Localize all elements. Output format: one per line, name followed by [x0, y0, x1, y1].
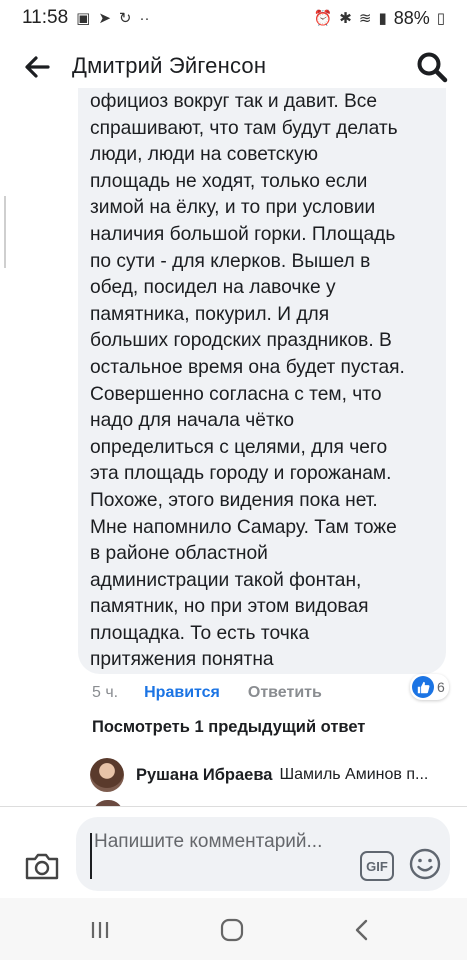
status-right: ⏰ ✱ ≋ ▮ 88% ▯ [314, 8, 445, 29]
comment-line: зимой на ёлку, и то при условии [90, 197, 376, 219]
comment-composer: Напишите комментарий... GIF [0, 806, 467, 898]
comment-line: Совершенно согласна с тем, что [90, 383, 382, 405]
view-previous-replies-link[interactable]: Посмотреть 1 предыдущий ответ [92, 718, 365, 737]
reaction-summary[interactable]: 6 [410, 674, 449, 700]
comment-line: Мне напомнило Самару. Там тоже [90, 516, 397, 538]
status-left: 11:58 ▣ ➤ ↻ ·· [22, 7, 149, 29]
status-time: 11:58 [22, 7, 69, 28]
gif-button[interactable]: GIF [360, 851, 394, 881]
sync-notification-icon: ↻ [118, 10, 132, 27]
comment-line: притяжения понятна [90, 649, 274, 671]
comment-line: Похоже, этого видения пока нет. [90, 489, 378, 511]
gallery-notification-icon: ▣ [76, 10, 91, 27]
like-icon [412, 676, 434, 698]
status-bar: 11:58 ▣ ➤ ↻ ·· ⏰ ✱ ≋ ▮ 88% ▯ [0, 0, 467, 36]
comment-line: эта площадь городу и горожанам. [90, 463, 392, 485]
comment-line: остальное время она будет пустая. [90, 356, 405, 378]
arrow-left-icon[interactable] [22, 52, 52, 82]
comment-line: спрашивают, что там будут делать [90, 117, 398, 139]
comment-line: памятника, покурил. И для [90, 303, 330, 325]
reply-button[interactable]: Ответить [248, 684, 322, 702]
comment-bubble: официоз вокруг так и давит. Все спрашиваю… [78, 88, 446, 674]
alarm-icon: ⏰ [313, 10, 333, 27]
comment-input[interactable]: Напишите комментарий... GIF [76, 817, 450, 891]
search-icon[interactable] [415, 50, 449, 84]
battery-icon: ▯ [436, 10, 445, 27]
comment-line: памятник, но при этом видовая [90, 596, 369, 618]
scroll-edge-indicator [0, 196, 6, 268]
comment-meta: 5 ч. Нравится Ответить [92, 682, 322, 704]
battery-level: 88% [393, 7, 430, 28]
home-icon[interactable] [216, 916, 248, 944]
reply-text: Шамиль Аминов п... [279, 766, 429, 783]
more-notifications-icon: ·· [139, 9, 150, 27]
text-caret [90, 833, 92, 879]
avatar[interactable] [90, 758, 124, 792]
comment-line: по сути - для клерков. Вышел в [90, 250, 371, 272]
comment-line: обед, посидел на лавочке у [90, 277, 336, 299]
telegram-notification-icon: ➤ [98, 10, 111, 27]
recent-apps-icon[interactable] [84, 916, 116, 944]
comment-line: площадка. То есть точка [90, 622, 310, 644]
system-nav-bar [0, 898, 467, 960]
page-title: Дмитрий Эйгенсон [72, 53, 267, 78]
comment-time: 5 ч. [92, 684, 119, 701]
like-button[interactable]: Нравится [144, 684, 220, 702]
reply-preview[interactable]: Рушана Ибраева Шамиль Аминов п... [90, 755, 467, 795]
comment-line: люди, люди на советскую [90, 144, 319, 166]
comment-line: определиться с целями, для чего [90, 436, 388, 458]
bluetooth-icon: ✱ [339, 10, 352, 27]
comment-line: надо для начала чётко [90, 410, 295, 432]
comment-line: площадь не ходят, только если [90, 170, 368, 192]
back-nav-icon[interactable] [346, 916, 378, 944]
reply-author[interactable]: Рушана Ибраева [136, 766, 272, 785]
comment-line: наличия большой горки. Площадь [90, 223, 396, 245]
header: Дмитрий Эйгенсон [0, 40, 467, 94]
comment-text: официоз вокруг так и давит. Все спрашиваю… [90, 89, 438, 674]
emoji-icon[interactable] [408, 847, 442, 881]
camera-icon[interactable] [24, 851, 60, 881]
comment-line: администрации такой фонтан, [90, 569, 362, 591]
reaction-count: 6 [437, 679, 445, 695]
comment-line: в районе областной [90, 543, 268, 565]
comment-placeholder: Напишите комментарий... [94, 831, 323, 852]
comment-line: больших городских праздников. В [90, 330, 392, 352]
comment-line: официоз вокруг так и давит. Все [90, 91, 378, 112]
wifi-icon: ≋ [358, 10, 372, 27]
signal-icon: ▮ [378, 10, 387, 27]
